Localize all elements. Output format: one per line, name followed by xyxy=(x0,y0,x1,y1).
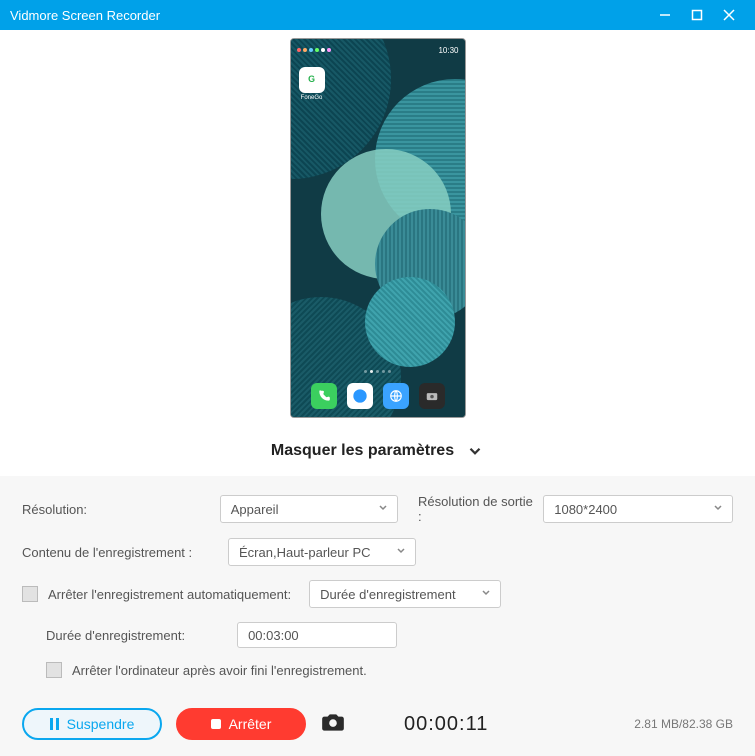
output-resolution-label: Résolution de sortie : xyxy=(418,494,535,524)
fonego-label: FoneGo xyxy=(299,95,325,101)
resolution-value: Appareil xyxy=(231,502,279,517)
messages-app-icon xyxy=(347,383,373,409)
auto-stop-label: Arrêter l'enregistrement automatiquement… xyxy=(48,587,291,602)
app-title: Vidmore Screen Recorder xyxy=(10,8,160,23)
phone-status-bar: 10:30 xyxy=(291,43,465,57)
content-row: Contenu de l'enregistrement : Écran,Haut… xyxy=(22,538,733,566)
maximize-button[interactable] xyxy=(681,0,713,30)
browser-app-icon xyxy=(383,383,409,409)
content-value: Écran,Haut-parleur PC xyxy=(239,545,371,560)
phone-dock xyxy=(291,383,465,409)
stop-label: Arrêter xyxy=(229,716,272,732)
output-resolution-value: 1080*2400 xyxy=(554,502,617,517)
resolution-label: Résolution: xyxy=(22,502,220,517)
titlebar: Vidmore Screen Recorder xyxy=(0,0,755,30)
pause-icon xyxy=(50,718,59,730)
device-preview-area: 10:30 ᴳ FoneGo xyxy=(0,30,755,432)
minimize-icon xyxy=(659,9,671,21)
minimize-button[interactable] xyxy=(649,0,681,30)
phone-preview: 10:30 ᴳ FoneGo xyxy=(290,38,466,418)
content-select[interactable]: Écran,Haut-parleur PC xyxy=(228,538,416,566)
pause-label: Suspendre xyxy=(67,716,135,732)
maximize-icon xyxy=(691,9,703,21)
chevron-down-icon xyxy=(377,502,389,517)
shutdown-checkbox[interactable] xyxy=(46,662,62,678)
auto-stop-checkbox[interactable] xyxy=(22,586,38,602)
stop-button[interactable]: Arrêter xyxy=(176,708,306,740)
storage-info: 2.81 MB/82.38 GB xyxy=(634,717,733,731)
auto-stop-mode-value: Durée d'enregistrement xyxy=(320,587,455,602)
pause-button[interactable]: Suspendre xyxy=(22,708,162,740)
chevron-down-icon xyxy=(466,442,484,460)
chevron-down-icon xyxy=(395,545,407,560)
close-button[interactable] xyxy=(713,0,745,30)
recording-timer: 00:00:11 xyxy=(404,713,488,736)
fonego-icon: ᴳ xyxy=(299,67,325,93)
output-resolution-select[interactable]: 1080*2400 xyxy=(543,495,733,523)
fonego-app: ᴳ FoneGo xyxy=(299,67,325,101)
screenshot-button[interactable] xyxy=(320,709,346,740)
shutdown-label: Arrêter l'ordinateur après avoir fini l'… xyxy=(72,663,367,678)
content-label: Contenu de l'enregistrement : xyxy=(22,545,228,560)
toggle-settings-row[interactable]: Masquer les paramètres xyxy=(0,432,755,476)
status-indicators-icon xyxy=(297,48,331,52)
resolution-row: Résolution: Appareil Résolution de sorti… xyxy=(22,494,733,524)
status-time: 10:30 xyxy=(438,46,458,55)
camera-app-icon xyxy=(419,383,445,409)
camera-icon xyxy=(320,709,346,735)
resolution-select[interactable]: Appareil xyxy=(220,495,398,523)
toggle-settings-label: Masquer les paramètres xyxy=(271,442,454,460)
duration-label: Durée d'enregistrement: xyxy=(46,628,185,643)
auto-stop-mode-select[interactable]: Durée d'enregistrement xyxy=(309,580,501,608)
auto-stop-row: Arrêter l'enregistrement automatiquement… xyxy=(22,580,733,608)
close-icon xyxy=(723,9,735,21)
chevron-down-icon xyxy=(712,502,724,517)
duration-row: Durée d'enregistrement: xyxy=(22,622,733,648)
phone-app-icon xyxy=(311,383,337,409)
shutdown-row: Arrêter l'ordinateur après avoir fini l'… xyxy=(22,662,733,678)
stop-icon xyxy=(211,719,221,729)
settings-panel: Résolution: Appareil Résolution de sorti… xyxy=(0,476,755,756)
action-row: Suspendre Arrêter 00:00:11 2.81 MB/82.38… xyxy=(22,692,733,740)
chevron-down-icon xyxy=(480,587,492,602)
page-dots-icon xyxy=(291,370,465,373)
duration-input[interactable] xyxy=(237,622,397,648)
